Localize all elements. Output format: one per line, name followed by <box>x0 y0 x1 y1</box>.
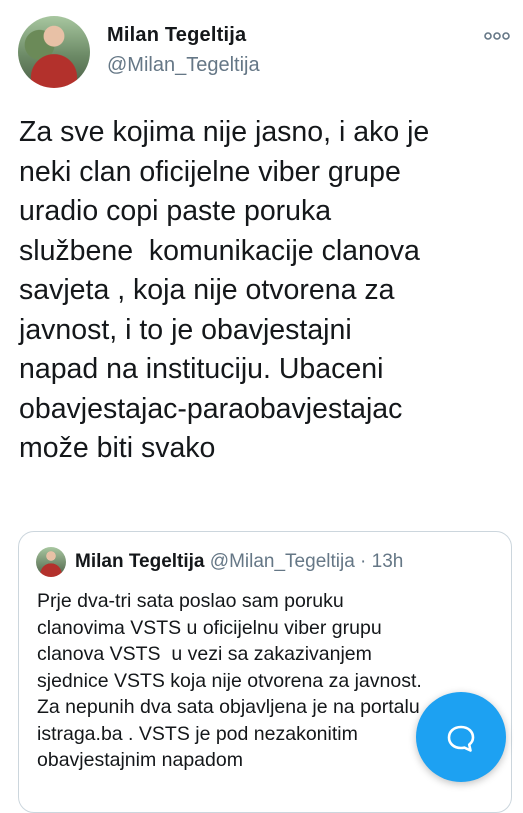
author-name[interactable]: Milan Tegeltija <box>107 24 246 47</box>
tweet-text: Za sve kojima nije jasno, i ako je neki … <box>19 116 430 464</box>
quoted-meta: Milan Tegeltija @Milan_Tegeltija · 13h <box>75 551 403 573</box>
compose-message-icon <box>447 725 475 752</box>
quoted-author-handle: @Milan_Tegeltija <box>209 551 355 572</box>
quoted-avatar <box>36 547 66 577</box>
tweet-header: Milan Tegeltija @Milan_Tegeltija <box>16 14 516 88</box>
quoted-tweet-text: Prje dva-tri sata poslao sam poruku clan… <box>37 590 422 771</box>
quoted-separator: · <box>360 551 367 572</box>
author-handle[interactable]: @Milan_Tegeltija <box>107 54 260 77</box>
avatar[interactable] <box>18 16 90 88</box>
compose-message-button[interactable] <box>416 692 506 782</box>
quoted-author-name: Milan Tegeltija <box>75 551 205 572</box>
more-icon[interactable] <box>484 28 510 40</box>
quoted-timestamp: 13h <box>371 551 404 572</box>
